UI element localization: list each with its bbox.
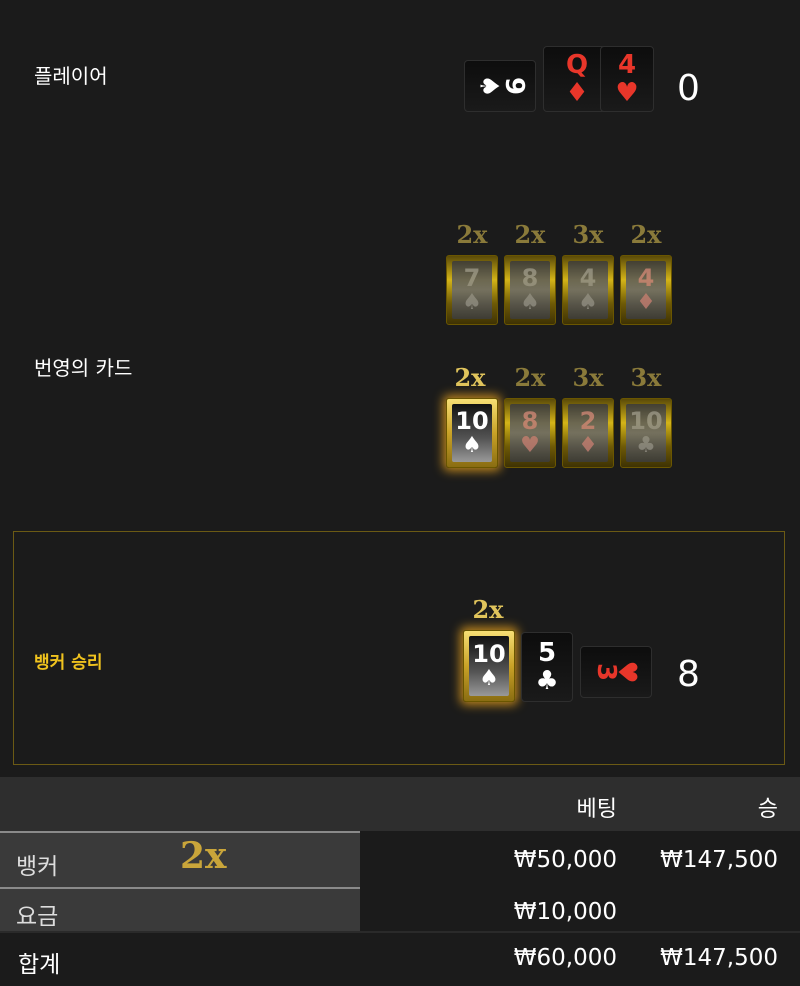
spade-icon: ♠: [520, 290, 540, 315]
header-win: 승: [757, 797, 778, 822]
card-rank: 7: [463, 264, 481, 292]
lightning-card: 2 ♦: [562, 398, 614, 468]
player-card-1: ♠ 9: [464, 60, 536, 112]
club-icon: ♣: [535, 666, 559, 696]
table-row: 뱅커 2x ₩50,000 ₩147,500: [0, 831, 800, 887]
banker-score: 8: [677, 654, 700, 695]
card-rank: 9: [498, 76, 529, 96]
banker-card-2: 5 ♣: [521, 632, 573, 702]
spade-icon: ♠: [462, 433, 482, 458]
banker-win-label: 뱅커 승리: [34, 653, 103, 673]
row-label: 합계: [18, 952, 61, 978]
multiplier-label: 2x: [514, 363, 546, 392]
card-rank: Q: [565, 50, 589, 80]
diamond-icon: ♦: [578, 433, 598, 458]
card-rank: 8: [521, 264, 539, 292]
spade-icon: ♠: [479, 666, 499, 691]
banker-win-box: [13, 531, 785, 765]
player-label: 플레이어: [34, 64, 108, 88]
row-bet: ₩10,000: [513, 899, 617, 925]
table-header: 베팅 승: [0, 777, 800, 831]
card-rank: 10: [629, 407, 663, 435]
header-bet: 베팅: [576, 797, 617, 822]
heart-icon: ♥: [615, 78, 639, 108]
row-multiplier: 2x: [180, 835, 227, 877]
heart-icon: ♥: [520, 433, 540, 458]
diamond-icon: ♦: [565, 78, 589, 108]
heart-icon: ♥: [612, 660, 643, 684]
banker-card-1: 10 ♠: [463, 630, 515, 702]
multiplier-label: 2x: [514, 220, 546, 249]
multiplier-label: 3x: [572, 220, 604, 249]
card-rank: 4: [637, 264, 655, 292]
multiplier-label: 2x: [456, 220, 488, 249]
spade-icon: ♠: [462, 290, 482, 315]
spade-icon: ♠: [578, 290, 598, 315]
table-row-total: 합계 ₩60,000 ₩147,500: [0, 931, 800, 986]
card-rank: 5: [537, 638, 557, 668]
player-card-3: 4 ♥: [600, 46, 654, 112]
card-rank: 4: [579, 264, 597, 292]
card-rank: 8: [521, 407, 539, 435]
lightning-card: 4 ♠: [562, 255, 614, 325]
card-rank: 4: [617, 50, 637, 80]
row-win: ₩147,500: [660, 847, 778, 873]
row-bet: ₩60,000: [513, 945, 617, 971]
lightning-cards-label: 번영의 카드: [34, 356, 133, 380]
row-win: ₩147,500: [660, 945, 778, 971]
card-rank: 10: [472, 640, 506, 668]
table-row: 요금 ₩10,000: [0, 887, 800, 931]
diamond-icon: ♦: [636, 290, 656, 315]
lightning-card-active: 10 ♠: [446, 398, 498, 468]
row-bet: ₩50,000: [513, 847, 617, 873]
multiplier-label: 2x: [454, 363, 486, 392]
multiplier-label: 2x: [630, 220, 662, 249]
banker-card-3: 3 ♥: [580, 646, 652, 698]
banker-card-multiplier: 2x: [472, 595, 504, 624]
multiplier-label: 3x: [630, 363, 662, 392]
multiplier-label: 3x: [572, 363, 604, 392]
lightning-card: 8 ♥: [504, 398, 556, 468]
club-icon: ♣: [636, 433, 656, 458]
lightning-card: 8 ♠: [504, 255, 556, 325]
bet-summary-table: 베팅 승 뱅커 2x ₩50,000 ₩147,500 요금 ₩10,000 합…: [0, 777, 800, 986]
lightning-card: 4 ♦: [620, 255, 672, 325]
card-rank: 10: [455, 407, 489, 435]
player-score: 0: [677, 68, 700, 109]
row-label: 요금: [16, 904, 59, 930]
lightning-card: 10 ♣: [620, 398, 672, 468]
row-label: 뱅커: [16, 854, 59, 880]
card-rank: 2: [579, 407, 597, 435]
lightning-card: 7 ♠: [446, 255, 498, 325]
